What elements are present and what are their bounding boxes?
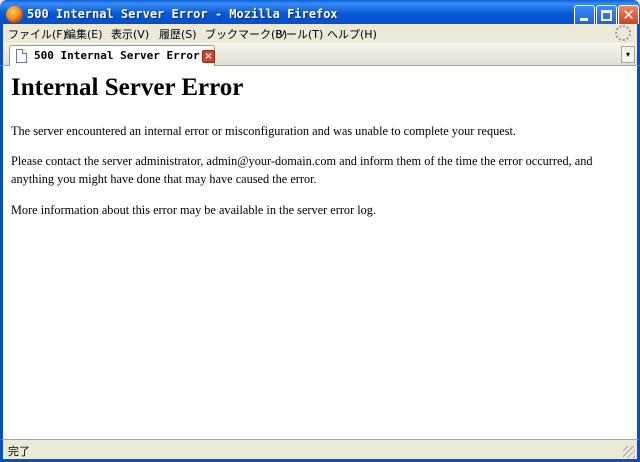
status-text: 完了 (8, 445, 30, 458)
throbber-icon (615, 25, 631, 41)
firefox-icon (6, 6, 23, 23)
close-icon: ✕ (622, 6, 635, 24)
menu-file[interactable]: ファイル(F) (8, 26, 67, 42)
page-title: Internal Server Error (11, 74, 244, 101)
tab-close-icon[interactable]: × (202, 50, 215, 63)
tab-strip: 500 Internal Server Error × ▾ (0, 43, 640, 66)
error-paragraph-1: The server encountered an internal error… (11, 124, 517, 138)
tab-active[interactable]: 500 Internal Server Error × (9, 45, 215, 66)
error-paragraph-3: More information about this error may be… (11, 203, 377, 217)
menu-view[interactable]: 表示(V) (111, 26, 149, 42)
minimize-icon (580, 18, 588, 21)
maximize-icon (601, 10, 612, 21)
menu-bar: ファイル(F) 編集(E) 表示(V) 履歴(S) ブックマーク(B) ツール(… (0, 24, 640, 43)
menu-tools[interactable]: ツール(T) (275, 26, 323, 42)
close-button[interactable]: ✕ (618, 5, 639, 26)
maximize-button[interactable] (596, 5, 617, 26)
menu-history[interactable]: 履歴(S) (159, 26, 197, 42)
error-paragraph-2: Please contact the server administrator,… (11, 154, 593, 186)
tab-list-chevron-down-icon[interactable]: ▾ (621, 46, 635, 63)
minimize-button[interactable] (574, 5, 595, 26)
tab-label: 500 Internal Server Error (34, 49, 200, 62)
status-bar: 完了 (0, 439, 640, 462)
page-content: Internal Server Error The server encount… (0, 66, 640, 439)
menu-edit[interactable]: 編集(E) (65, 26, 103, 42)
document-icon (16, 49, 27, 63)
window-title: 500 Internal Server Error - Mozilla Fire… (27, 7, 338, 21)
resize-grip-icon[interactable] (623, 446, 635, 458)
menu-help[interactable]: ヘルプ(H) (327, 26, 377, 42)
